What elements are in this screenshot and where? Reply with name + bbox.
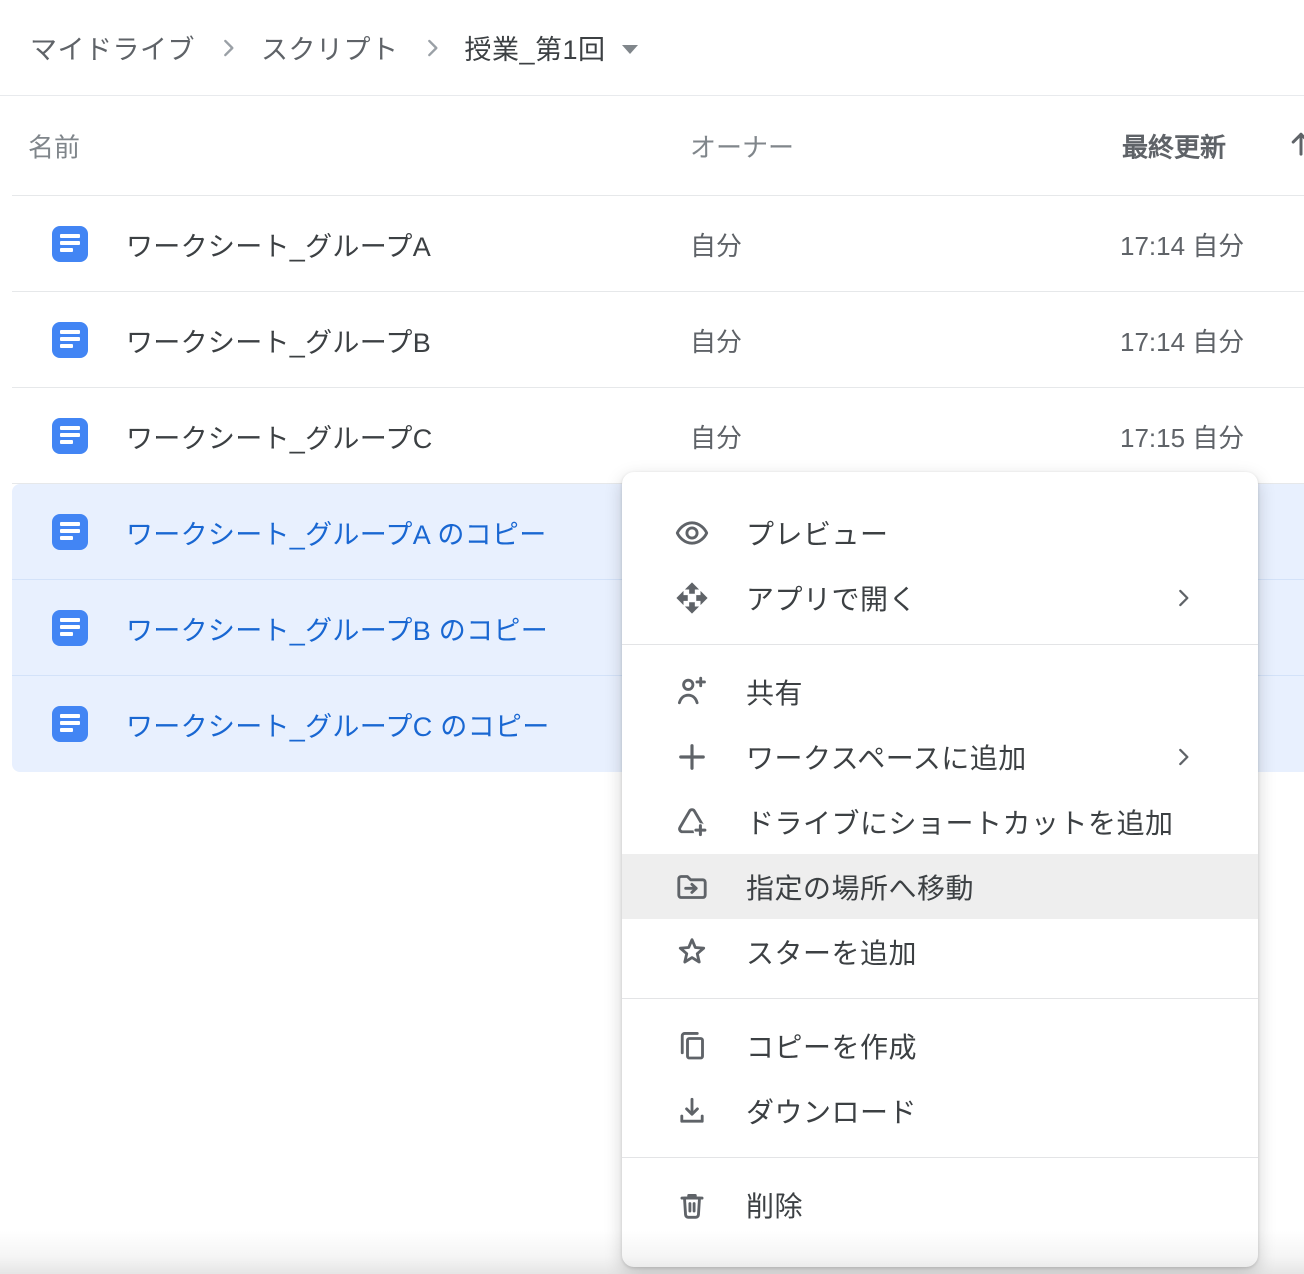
- plus-icon: [674, 739, 710, 775]
- drive-shortcut-icon: [674, 804, 710, 840]
- file-name: ワークシート_グループC: [126, 417, 433, 456]
- breadcrumb-my-drive[interactable]: マイドライブ: [30, 28, 195, 67]
- folder-move-icon: [674, 869, 710, 905]
- google-docs-icon: [52, 514, 88, 550]
- google-docs-icon: [52, 226, 88, 262]
- file-list-header: 名前 オーナー 最終更新: [0, 96, 1304, 196]
- breadcrumb: マイドライブ スクリプト 授業_第1回: [0, 0, 1304, 96]
- file-name: ワークシート_グループC のコピー: [126, 705, 550, 744]
- google-docs-icon: [52, 610, 88, 646]
- menu-item-add-shortcut-to-drive[interactable]: ドライブにショートカットを追加: [622, 789, 1258, 854]
- arrow-up-icon[interactable]: [1284, 127, 1304, 166]
- menu-item-add-star[interactable]: スターを追加: [622, 919, 1258, 984]
- chevron-right-icon: [1170, 585, 1196, 611]
- menu-item-add-to-workspace[interactable]: ワークスペースに追加: [622, 724, 1258, 789]
- menu-item-download[interactable]: ダウンロード: [622, 1078, 1258, 1143]
- menu-item-label: 共有: [746, 672, 803, 712]
- file-name: ワークシート_グループA のコピー: [126, 513, 547, 552]
- menu-divider: [622, 998, 1258, 999]
- open-with-icon: [674, 580, 710, 616]
- file-modified: 17:14 自分: [1120, 322, 1244, 359]
- menu-item-label: ダウンロード: [746, 1091, 917, 1131]
- breadcrumb-scripts[interactable]: スクリプト: [261, 28, 399, 67]
- menu-divider: [622, 644, 1258, 645]
- trash-icon: [674, 1187, 710, 1223]
- file-modified: 17:15 自分: [1120, 418, 1244, 455]
- menu-item-label: コピーを作成: [746, 1026, 917, 1066]
- file-owner: 自分: [690, 322, 742, 359]
- file-name: ワークシート_グループB: [126, 321, 431, 360]
- chevron-right-icon: [419, 35, 445, 61]
- context-menu: プレビュー アプリで開く 共有 ワークスペースに追加: [622, 472, 1258, 1267]
- download-icon: [674, 1093, 710, 1129]
- file-owner: 自分: [690, 226, 742, 263]
- menu-divider: [622, 1157, 1258, 1158]
- google-docs-icon: [52, 418, 88, 454]
- person-add-icon: [674, 674, 710, 710]
- copy-icon: [674, 1028, 710, 1064]
- file-modified: 17:14 自分: [1120, 226, 1244, 263]
- file-name: ワークシート_グループA: [126, 225, 431, 264]
- column-header-owner[interactable]: オーナー: [690, 128, 794, 165]
- menu-item-label: 指定の場所へ移動: [746, 867, 974, 907]
- menu-item-label: ワークスペースに追加: [746, 737, 1027, 777]
- file-name: ワークシート_グループB のコピー: [126, 609, 548, 648]
- star-icon: [674, 934, 710, 970]
- google-docs-icon: [52, 322, 88, 358]
- column-header-name[interactable]: 名前: [28, 128, 80, 165]
- menu-item-move-to[interactable]: 指定の場所へ移動: [622, 854, 1258, 919]
- column-header-last-modified[interactable]: 最終更新: [1122, 128, 1226, 165]
- menu-item-label: スターを追加: [746, 932, 917, 972]
- menu-item-make-copy[interactable]: コピーを作成: [622, 1013, 1258, 1078]
- file-row[interactable]: ワークシート_グループB 自分 17:14 自分: [0, 292, 1304, 388]
- breadcrumb-current-folder[interactable]: 授業_第1回: [465, 28, 606, 67]
- google-docs-icon: [52, 706, 88, 742]
- file-row[interactable]: ワークシート_グループA 自分 17:14 自分: [0, 196, 1304, 292]
- chevron-right-icon: [1170, 744, 1196, 770]
- menu-item-share[interactable]: 共有: [622, 659, 1258, 724]
- menu-item-label: ドライブにショートカットを追加: [746, 802, 1174, 842]
- menu-item-label: プレビュー: [746, 513, 889, 553]
- menu-item-open-with[interactable]: アプリで開く: [622, 565, 1258, 630]
- menu-item-delete[interactable]: 削除: [622, 1172, 1258, 1237]
- file-owner: 自分: [690, 418, 742, 455]
- folder-dropdown-caret-icon[interactable]: [622, 45, 638, 54]
- eye-icon: [674, 515, 710, 551]
- menu-item-label: アプリで開く: [746, 578, 917, 618]
- menu-item-preview[interactable]: プレビュー: [622, 500, 1258, 565]
- chevron-right-icon: [215, 35, 241, 61]
- file-row[interactable]: ワークシート_グループC 自分 17:15 自分: [0, 388, 1304, 484]
- menu-item-label: 削除: [746, 1185, 803, 1225]
